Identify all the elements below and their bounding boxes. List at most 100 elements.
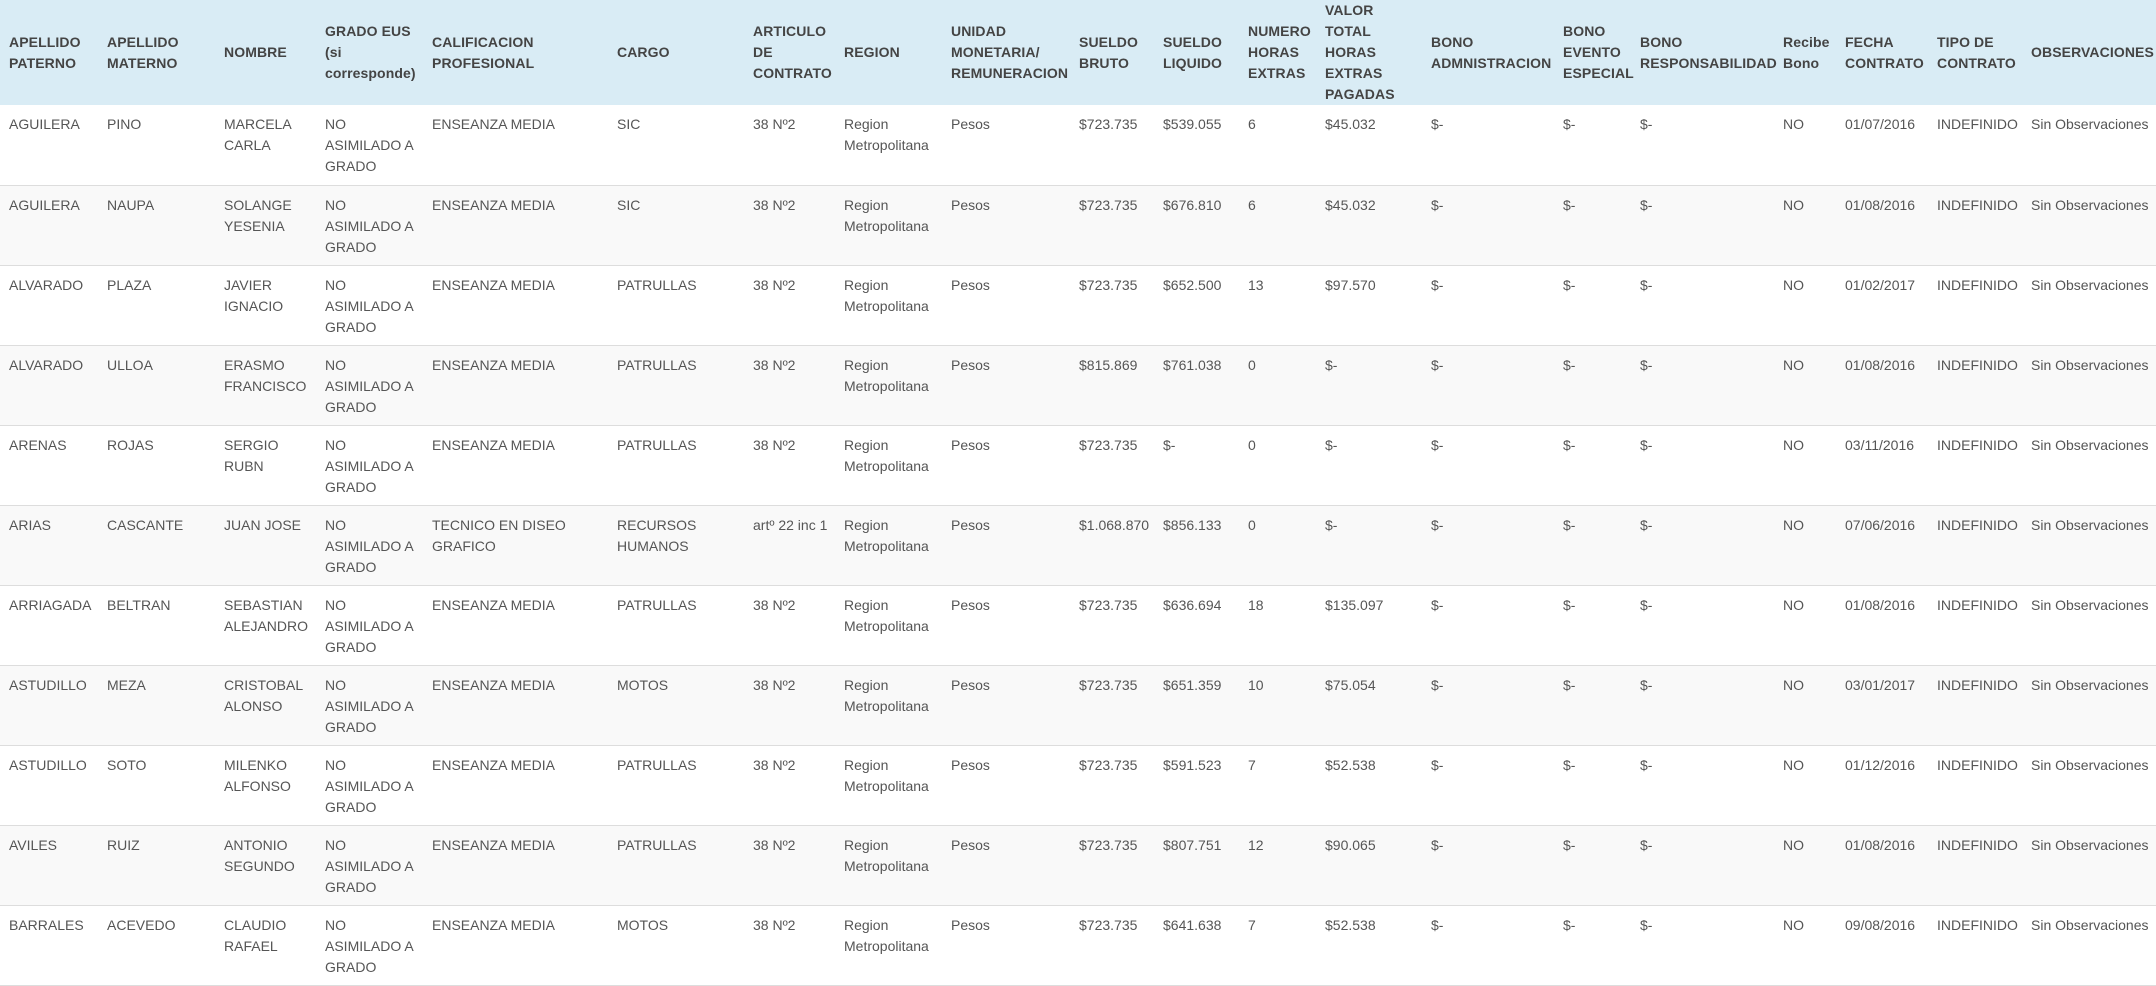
table-cell: Pesos (951, 356, 990, 373)
table-cell: Region Metropolitana (844, 116, 929, 153)
table-cell: $- (1563, 516, 1576, 533)
table-cell: $97.570 (1325, 276, 1376, 293)
table-cell: JAVIER IGNACIO (224, 276, 284, 314)
table-cell: NO ASIMILADO A GRADO (325, 836, 413, 895)
table-cell: ALVARADO (9, 276, 84, 293)
table-cell: $- (1431, 356, 1444, 373)
table-cell: $539.055 (1163, 116, 1222, 132)
table-cell: NO ASIMILADO A GRADO (325, 196, 413, 255)
column-header[interactable]: FECHA CONTRATO (1836, 0, 1928, 105)
table-cell: MARCELA CARLA (224, 116, 291, 153)
table-cell: ENSEANZA MEDIA (432, 596, 555, 613)
table-cell: 01/07/2016 (1845, 116, 1916, 132)
table-cell: 7 (1248, 756, 1256, 773)
table-cell: SIC (617, 116, 641, 132)
column-header[interactable]: OBSERVACIONES (2022, 0, 2156, 105)
table-cell: NO ASIMILADO A GRADO (325, 756, 413, 815)
table-cell: NO (1783, 196, 1804, 213)
column-header[interactable]: BONO EVENTO ESPECIAL (1554, 0, 1634, 105)
table-cell: SOTO (107, 756, 147, 773)
table-cell: JUAN JOSE (224, 516, 302, 533)
table-cell: NO (1783, 356, 1804, 373)
table-cell: ENSEANZA MEDIA (432, 116, 555, 132)
table-cell: $- (1431, 836, 1444, 853)
table-cell: INDEFINIDO (1937, 916, 2018, 933)
table-row: ASTUDILLO SOTO MILENKO ALFONSO NO ASIMILADO… (0, 745, 2156, 825)
table-cell: ARIAS (9, 516, 52, 533)
table-cell: NO (1783, 676, 1804, 693)
table-cell: Region Metropolitana (844, 196, 929, 234)
table-cell: Sin Observaciones (2031, 516, 2149, 533)
column-header[interactable]: TIPO DE CONTRATO (1928, 0, 2022, 105)
table-cell: 6 (1248, 116, 1256, 132)
table-cell: NO (1783, 276, 1804, 293)
column-header[interactable]: NOMBRE (215, 0, 316, 105)
table-cell: 0 (1248, 356, 1256, 373)
table-cell: 38 Nº2 (753, 676, 796, 693)
table-cell: NO ASIMILADO A GRADO (325, 436, 413, 495)
column-header[interactable]: APELLIDO PATERNO (0, 0, 98, 105)
table-cell: Pesos (951, 116, 990, 132)
table-cell: $52.538 (1325, 756, 1376, 773)
table-cell: Region Metropolitana (844, 436, 929, 474)
table-cell: NO (1783, 516, 1804, 533)
table-cell: $- (1325, 516, 1338, 533)
table-cell: ENSEANZA MEDIA (432, 676, 555, 693)
column-header[interactable]: GRADO EUS (si corresponde) (316, 0, 423, 105)
table-cell: NO ASIMILADO A GRADO (325, 516, 413, 575)
table-cell: $- (1640, 676, 1653, 693)
column-header[interactable]: REGION (835, 0, 942, 105)
table-cell: Pesos (951, 276, 990, 293)
column-header[interactable]: BONO RESPONSABILIDAD (1631, 0, 1777, 105)
table-cell: $- (1563, 596, 1576, 613)
table-cell: $591.523 (1163, 756, 1222, 773)
table-row: AGUILERA NAUPA SOLANGE YESENIA NO ASIMILADO… (0, 185, 2156, 265)
table-cell: $856.133 (1163, 516, 1222, 533)
table-cell: 38 Nº2 (753, 916, 796, 933)
table-cell: ANTONIO SEGUNDO (224, 836, 295, 874)
column-header[interactable]: APELLIDO MATERNO (98, 0, 215, 105)
column-header[interactable]: BONO ADMNISTRACION (1422, 0, 1554, 105)
table-cell: Region Metropolitana (844, 836, 929, 874)
column-header[interactable]: Recibe Bono (1774, 0, 1836, 105)
table-cell: NO (1783, 836, 1804, 853)
table-cell: SOLANGE YESENIA (224, 196, 292, 234)
column-header[interactable]: ARTICULO DE CONTRATO (744, 0, 835, 105)
table-cell: NO (1783, 436, 1804, 453)
table-cell: $807.751 (1163, 836, 1222, 853)
table-cell: NO (1783, 596, 1804, 613)
column-header[interactable]: SUELDO LIQUIDO (1154, 0, 1239, 105)
table-cell: $723.735 (1079, 116, 1138, 132)
table-cell: 38 Nº2 (753, 276, 796, 293)
table-cell: $- (1431, 436, 1444, 453)
table-cell: 07/06/2016 (1845, 516, 1916, 533)
column-header[interactable]: VALOR TOTAL HORAS EXTRAS PAGADAS (1316, 0, 1422, 105)
table-cell: $- (1640, 596, 1653, 613)
table-cell: 10 (1248, 676, 1264, 693)
column-header[interactable]: CALIFICACION PROFESIONAL (423, 0, 608, 105)
column-header[interactable]: UNIDAD MONETARIA/ REMUNERACION (942, 0, 1070, 105)
table-row: ALVARADO ULLOA ERASMO FRANCISCO NO ASIMILAD… (0, 345, 2156, 425)
column-header[interactable]: SUELDO BRUTO (1070, 0, 1154, 105)
table-cell: $723.735 (1079, 196, 1138, 213)
table-cell: Sin Observaciones (2031, 196, 2149, 213)
table-cell: Sin Observaciones (2031, 356, 2149, 373)
table-cell: $641.638 (1163, 916, 1222, 933)
table-cell: ALVARADO (9, 356, 84, 373)
table-cell: ERASMO FRANCISCO (224, 356, 307, 394)
column-header[interactable]: NUMERO HORAS EXTRAS (1239, 0, 1316, 105)
table-cell: $45.032 (1325, 116, 1376, 132)
table-cell: $- (1563, 756, 1576, 773)
table-cell: $- (1640, 836, 1653, 853)
column-header[interactable]: CARGO (608, 0, 744, 105)
table-cell: Sin Observaciones (2031, 596, 2149, 613)
table-cell: INDEFINIDO (1937, 756, 2018, 773)
table-cell: AGUILERA (9, 196, 80, 213)
table-cell: 01/02/2017 (1845, 276, 1916, 293)
table-cell: $- (1563, 916, 1576, 933)
table-cell: 38 Nº2 (753, 196, 796, 213)
table-cell: ROJAS (107, 436, 154, 453)
table-cell: $1.068.870 (1079, 516, 1150, 533)
table-cell: Region Metropolitana (844, 516, 929, 554)
table-cell: INDEFINIDO (1937, 596, 2018, 613)
